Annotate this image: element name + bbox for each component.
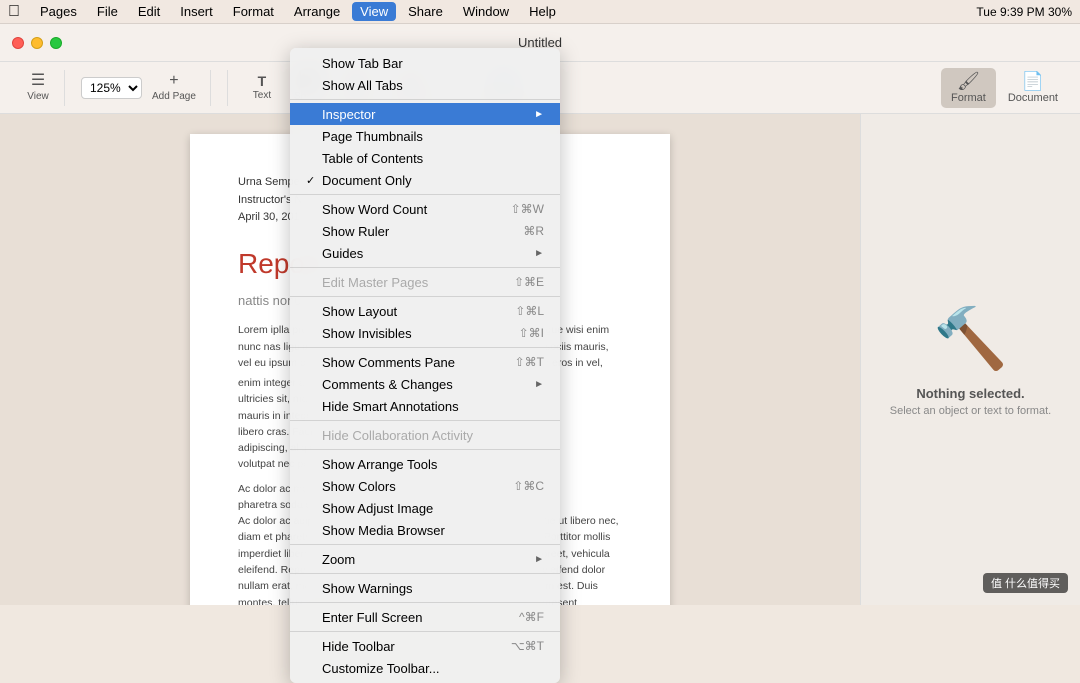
menu-sep-7	[290, 449, 560, 450]
menu-label-arrange-tools: Show Arrange Tools	[322, 457, 544, 472]
menu-zoom[interactable]: Zoom ►	[290, 548, 560, 570]
menubar-edit[interactable]: Edit	[130, 2, 168, 21]
menu-label-word-count: Show Word Count	[322, 202, 511, 217]
menu-shortcut-full-screen: ^⌘F	[519, 610, 544, 624]
menu-show-colors[interactable]: Show Colors ⇧⌘C	[290, 475, 560, 497]
menu-sep-1	[290, 99, 560, 100]
menu-hide-toolbar[interactable]: Hide Toolbar ⌥⌘T	[290, 635, 560, 657]
menu-label-collaboration-activity: Hide Collaboration Activity	[322, 428, 544, 443]
menu-edit-master-pages: Edit Master Pages ⇧⌘E	[290, 271, 560, 293]
menubar-window[interactable]: Window	[455, 2, 517, 21]
guides-arrow-icon: ►	[534, 248, 544, 259]
menu-sep-9	[290, 573, 560, 574]
menu-show-media-browser[interactable]: Show Media Browser	[290, 519, 560, 541]
menu-show-layout[interactable]: Show Layout ⇧⌘L	[290, 300, 560, 322]
menu-sep-4	[290, 296, 560, 297]
menubar-status-area: Tue 9:39 PM 30%	[976, 5, 1072, 19]
menu-show-warnings[interactable]: Show Warnings	[290, 577, 560, 599]
menu-shortcut-colors: ⇧⌘C	[513, 479, 544, 493]
menu-sep-8	[290, 544, 560, 545]
menu-sep-3	[290, 267, 560, 268]
menu-shortcut-hide-toolbar: ⌥⌘T	[511, 639, 544, 653]
menu-label-customize-toolbar: Customize Toolbar...	[322, 661, 544, 676]
menu-label-invisibles: Show Invisibles	[322, 326, 519, 341]
menubar-share[interactable]: Share	[400, 2, 451, 21]
menu-bar:  Pages File Edit Insert Format Arrange …	[0, 0, 1080, 24]
comments-changes-arrow-icon: ►	[534, 379, 544, 390]
menu-page-thumbnails[interactable]: Page Thumbnails	[290, 125, 560, 147]
menu-sep-5	[290, 347, 560, 348]
menu-label-warnings: Show Warnings	[322, 581, 544, 596]
menu-label-media-browser: Show Media Browser	[322, 523, 544, 538]
menubar-file[interactable]: File	[89, 2, 126, 21]
menu-table-of-contents[interactable]: Table of Contents	[290, 147, 560, 169]
menu-inspector[interactable]: Inspector ►	[290, 103, 560, 125]
menu-label-full-screen: Enter Full Screen	[322, 610, 519, 625]
menu-label-inspector: Inspector	[322, 107, 530, 122]
menu-show-adjust-image[interactable]: Show Adjust Image	[290, 497, 560, 519]
menu-shortcut-master-pages: ⇧⌘E	[514, 275, 544, 289]
menu-label-show-tab-bar: Show Tab Bar	[322, 56, 544, 71]
menu-guides[interactable]: Guides ►	[290, 242, 560, 264]
menu-label-comments-pane: Show Comments Pane	[322, 355, 515, 370]
menubar-insert[interactable]: Insert	[172, 2, 221, 21]
view-dropdown-menu: Show Tab Bar Show All Tabs Inspector ► P…	[290, 48, 560, 683]
menu-hide-collaboration-activity: Hide Collaboration Activity	[290, 424, 560, 446]
menu-show-tab-bar[interactable]: Show Tab Bar	[290, 52, 560, 74]
menu-label-document-only: Document Only	[322, 173, 544, 188]
zoom-arrow-icon: ►	[534, 554, 544, 565]
dropdown-overlay[interactable]: Show Tab Bar Show All Tabs Inspector ► P…	[0, 0, 1080, 605]
menu-label-show-all-tabs: Show All Tabs	[322, 78, 544, 93]
menubar-arrange[interactable]: Arrange	[286, 2, 348, 21]
menu-sep-6	[290, 420, 560, 421]
menubar-view[interactable]: View	[352, 2, 396, 21]
menu-label-layout: Show Layout	[322, 304, 515, 319]
menu-label-comments-changes: Comments & Changes	[322, 377, 530, 392]
menu-shortcut-comments-pane: ⇧⌘T	[515, 355, 544, 369]
inspector-arrow-icon: ►	[534, 109, 544, 120]
menubar-help[interactable]: Help	[521, 2, 564, 21]
menu-label-master-pages: Edit Master Pages	[322, 275, 514, 290]
menu-label-guides: Guides	[322, 246, 530, 261]
menubar-time-battery: Tue 9:39 PM 30%	[976, 5, 1072, 19]
menu-show-comments-pane[interactable]: Show Comments Pane ⇧⌘T	[290, 351, 560, 373]
menu-label-ruler: Show Ruler	[322, 224, 523, 239]
apple-menu[interactable]: 	[8, 3, 20, 21]
menu-comments-changes[interactable]: Comments & Changes ►	[290, 373, 560, 395]
menu-show-invisibles[interactable]: Show Invisibles ⇧⌘I	[290, 322, 560, 344]
menu-label-hide-toolbar: Hide Toolbar	[322, 639, 511, 654]
menu-customize-toolbar[interactable]: Customize Toolbar...	[290, 657, 560, 679]
menu-show-arrange-tools[interactable]: Show Arrange Tools	[290, 453, 560, 475]
menubar-pages[interactable]: Pages	[32, 2, 85, 21]
menu-show-ruler[interactable]: Show Ruler ⌘R	[290, 220, 560, 242]
menu-shortcut-ruler: ⌘R	[523, 224, 544, 238]
menu-label-table-of-contents: Table of Contents	[322, 151, 544, 166]
menu-show-word-count[interactable]: Show Word Count ⇧⌘W	[290, 198, 560, 220]
menubar-format[interactable]: Format	[225, 2, 282, 21]
menu-shortcut-invisibles: ⇧⌘I	[519, 326, 544, 340]
menu-document-only[interactable]: ✓ Document Only	[290, 169, 560, 191]
menu-label-adjust-image: Show Adjust Image	[322, 501, 544, 516]
menu-label-smart-annotations: Hide Smart Annotations	[322, 399, 544, 414]
menu-label-zoom: Zoom	[322, 552, 530, 567]
menu-check-document-only: ✓	[306, 174, 322, 187]
menu-hide-smart-annotations[interactable]: Hide Smart Annotations	[290, 395, 560, 417]
menu-sep-11	[290, 631, 560, 632]
menu-enter-full-screen[interactable]: Enter Full Screen ^⌘F	[290, 606, 560, 628]
menu-show-all-tabs[interactable]: Show All Tabs	[290, 74, 560, 96]
menu-label-page-thumbnails: Page Thumbnails	[322, 129, 544, 144]
menu-sep-10	[290, 602, 560, 603]
menu-label-colors: Show Colors	[322, 479, 513, 494]
menu-shortcut-word-count: ⇧⌘W	[511, 202, 544, 216]
menu-shortcut-layout: ⇧⌘L	[515, 304, 544, 318]
menu-sep-2	[290, 194, 560, 195]
